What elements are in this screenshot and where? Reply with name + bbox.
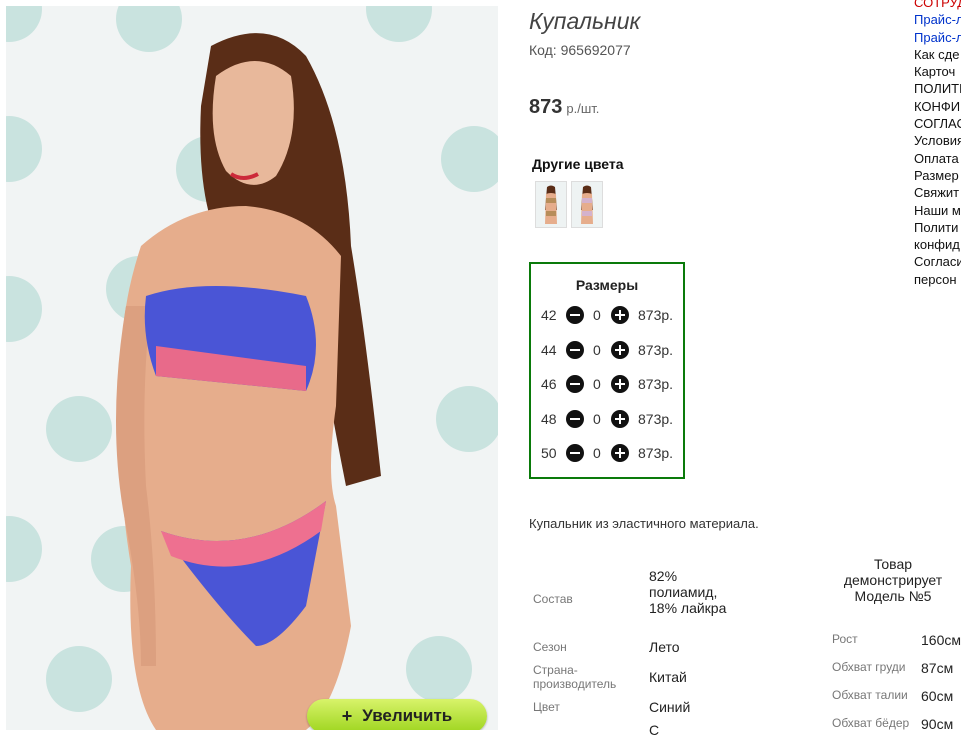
nav-link[interactable]: персон	[914, 271, 961, 288]
measurement-label: Обхват бёдер	[832, 716, 910, 730]
color-thumbnail-1[interactable]	[535, 181, 567, 228]
measurement-label: Рост	[832, 632, 858, 646]
property-value: С	[649, 722, 660, 738]
property-value: Китай	[649, 669, 687, 685]
price-value: 873	[529, 96, 563, 118]
quantity-value[interactable]: 0	[593, 411, 601, 427]
product-price: 873 р./шт.	[529, 96, 599, 119]
property-value: Лето	[649, 639, 680, 655]
sizes-title: Размеры	[575, 277, 639, 293]
size-row: 44 0 873р.	[531, 339, 683, 361]
measurement-value: 160см	[921, 632, 961, 648]
minus-icon[interactable]	[566, 444, 584, 462]
nav-link[interactable]: ПОЛИТИ	[914, 80, 961, 97]
nav-link[interactable]: Свяжит	[914, 184, 961, 201]
size-row: 42 0 873р.	[531, 304, 683, 326]
quantity-value[interactable]: 0	[593, 307, 601, 323]
nav-link[interactable]: СОТРУД	[914, 0, 961, 11]
nav-link[interactable]: конфид	[914, 236, 961, 253]
thumbnail-image	[572, 182, 602, 227]
size-price: 873р.	[638, 411, 674, 427]
nav-link[interactable]: СОГЛАС	[914, 115, 961, 132]
model-title: Товар демонстрирует Модель №5	[843, 556, 943, 604]
size-label: 46	[541, 376, 557, 392]
measurement-value: 87см	[921, 660, 954, 676]
size-label: 50	[541, 445, 557, 461]
nav-link[interactable]: Размер	[914, 167, 961, 184]
property-label: Цвет	[533, 700, 560, 714]
nav-link[interactable]: Прайс-л	[914, 11, 961, 28]
product-title: Купальник	[529, 8, 641, 34]
size-row: 48 0 873р.	[531, 408, 683, 430]
plus-icon[interactable]	[611, 444, 629, 462]
nav-link[interactable]: Прайс-л	[914, 29, 961, 46]
quantity-value[interactable]: 0	[593, 376, 601, 392]
size-price: 873р.	[638, 445, 674, 461]
measurement-label: Обхват талии	[832, 688, 908, 702]
nav-link[interactable]: Оплата	[914, 150, 961, 167]
plus-icon[interactable]	[611, 375, 629, 393]
minus-icon[interactable]	[566, 375, 584, 393]
measurement-value: 60см	[921, 688, 954, 704]
measurement-label: Обхват груди	[832, 660, 906, 674]
property-value: 82% полиамид, 18% лайкра	[649, 568, 727, 616]
price-unit: р./шт.	[566, 101, 600, 116]
zoom-button[interactable]: + Увеличить	[307, 699, 487, 730]
side-nav: СОТРУД Прайс-л Прайс-л Как сде Карточ ПО…	[914, 0, 961, 288]
property-value: Синий	[649, 699, 691, 715]
property-label: Страна-производитель	[533, 663, 617, 691]
product-code: Код: 965692077	[529, 42, 631, 58]
sizes-panel: Размеры 42 0 873р. 44 0 873р. 46 0 873р.…	[529, 262, 685, 479]
size-row: 50 0 873р.	[531, 442, 683, 464]
size-price: 873р.	[638, 307, 674, 323]
other-colors-title: Другие цвета	[532, 156, 624, 172]
plus-icon[interactable]	[611, 306, 629, 324]
plus-icon[interactable]	[611, 410, 629, 428]
minus-icon[interactable]	[566, 306, 584, 324]
nav-link[interactable]: Условия	[914, 132, 961, 149]
model-figure	[116, 33, 381, 730]
zoom-label: Увеличить	[362, 706, 453, 725]
plus-icon: +	[341, 705, 353, 726]
quantity-value[interactable]: 0	[593, 445, 601, 461]
nav-link[interactable]: КОНФИ	[914, 98, 961, 115]
property-label: Сезон	[533, 640, 567, 654]
thumbnail-image	[536, 182, 566, 227]
size-label: 48	[541, 411, 557, 427]
nav-link[interactable]: Полити	[914, 219, 961, 236]
product-description: Купальник из эластичного материала.	[529, 516, 759, 531]
nav-link[interactable]: Карточ	[914, 63, 961, 80]
quantity-value[interactable]: 0	[593, 342, 601, 358]
minus-icon[interactable]	[566, 410, 584, 428]
nav-link[interactable]: Как сде	[914, 46, 961, 63]
nav-link[interactable]: Согласи	[914, 253, 961, 270]
size-label: 44	[541, 342, 557, 358]
size-label: 42	[541, 307, 557, 323]
minus-icon[interactable]	[566, 341, 584, 359]
size-price: 873р.	[638, 342, 674, 358]
product-photo[interactable]: + Увеличить	[6, 6, 498, 730]
plus-icon[interactable]	[611, 341, 629, 359]
property-label: Состав	[533, 592, 573, 606]
color-thumbnail-2[interactable]	[571, 181, 603, 228]
size-row: 46 0 873р.	[531, 373, 683, 395]
size-price: 873р.	[638, 376, 674, 392]
nav-link[interactable]: Наши м	[914, 202, 961, 219]
